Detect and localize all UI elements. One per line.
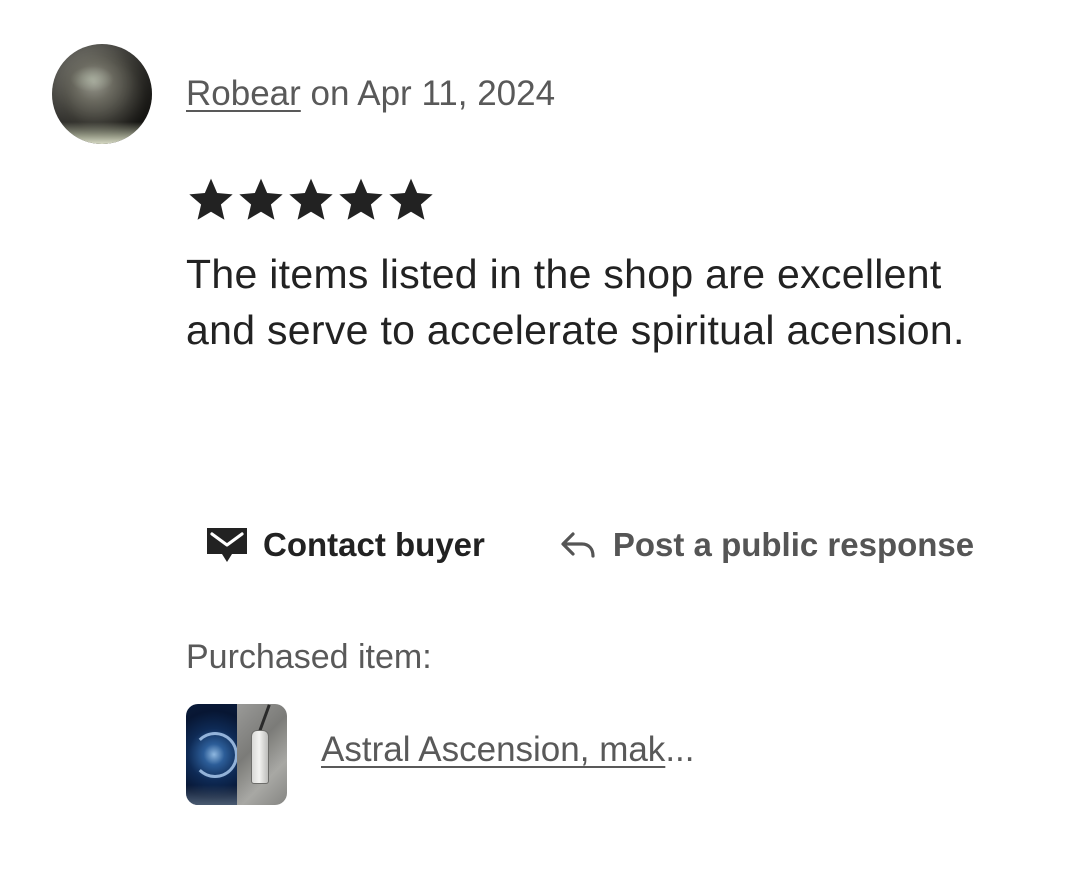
star-icon [189, 178, 233, 220]
contact-buyer-label: Contact buyer [263, 526, 485, 563]
purchased-item-title: Astral Ascension, mak [321, 730, 666, 769]
star-rating [186, 174, 436, 224]
purchased-item-thumbnail[interactable] [186, 704, 287, 805]
date-prefix: on [300, 74, 358, 113]
reply-arrow-icon [561, 532, 595, 558]
thumbnail-crystal-image [236, 704, 287, 805]
purchased-item-label: Purchased item: [186, 638, 432, 676]
post-public-response-label: Post a public response [612, 526, 975, 563]
star-icon [339, 178, 383, 220]
avatar-base [52, 122, 152, 144]
review-meta: Robear on Apr 11, 2024 [186, 74, 555, 114]
reviewer-name-link[interactable]: Robear [186, 74, 301, 113]
envelope-icon [207, 528, 247, 562]
purchased-item-ellipsis: ... [665, 730, 695, 769]
star-icon [289, 178, 333, 220]
contact-buyer-button[interactable]: Contact buyer [205, 526, 485, 564]
star-icon [389, 178, 433, 220]
avatar-highlight [70, 66, 114, 92]
review-body: The items listed in the shop are excelle… [186, 251, 965, 353]
reviewer-avatar[interactable] [52, 44, 152, 144]
purchased-item-link[interactable]: Astral Ascension, mak... [321, 730, 695, 770]
review-date: Apr 11, 2024 [357, 74, 556, 113]
thumbnail-cosmic-image [186, 704, 238, 805]
star-icon [239, 178, 283, 220]
review-actions: Contact buyer Post a public response [205, 526, 974, 564]
post-public-response-button[interactable]: Post a public response [559, 526, 974, 564]
